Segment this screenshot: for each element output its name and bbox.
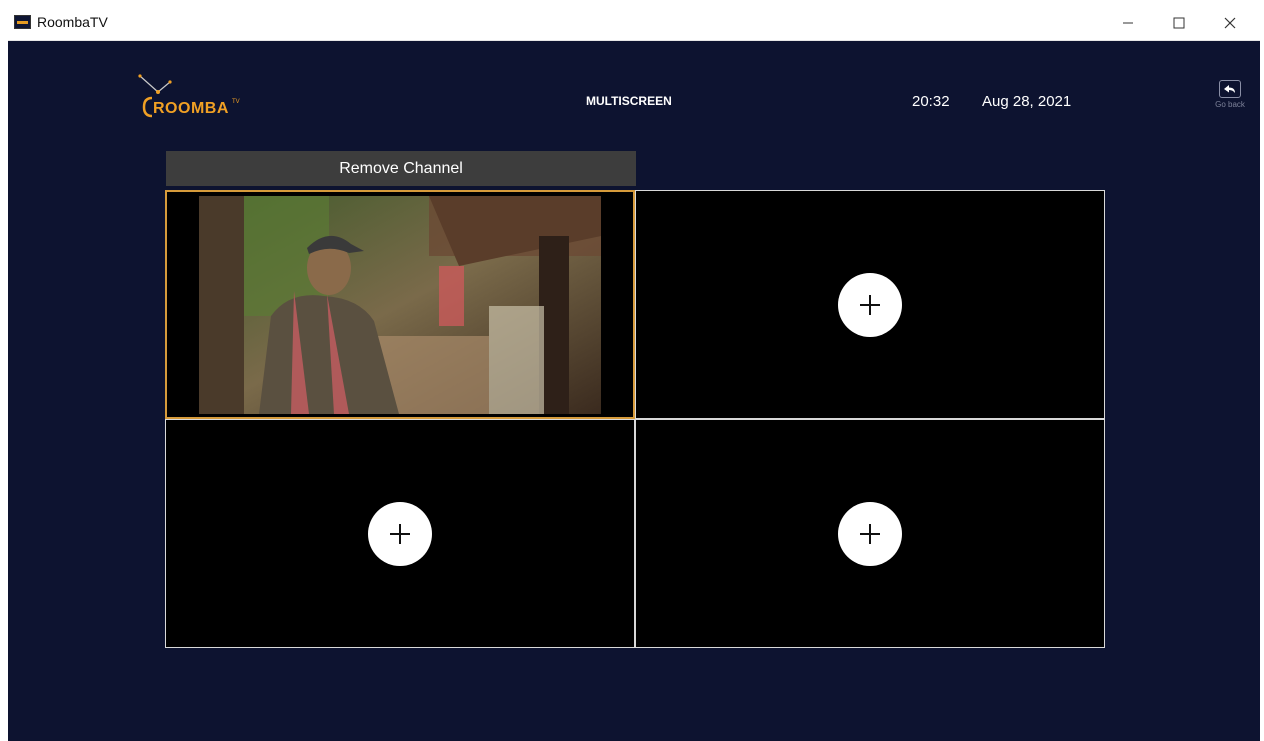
screen-cell-3[interactable]: [165, 419, 635, 648]
plus-icon: [860, 523, 880, 544]
go-back-label: Go back: [1215, 100, 1245, 109]
video-preview: [199, 196, 601, 414]
clock-time: 20:32: [912, 93, 950, 110]
screen-cell-1[interactable]: [165, 190, 635, 419]
plus-icon: [390, 523, 410, 544]
screen-cell-2[interactable]: [635, 190, 1105, 419]
remove-channel-button[interactable]: Remove Channel: [166, 151, 636, 186]
go-back-button[interactable]: Go back: [1210, 80, 1250, 120]
app-body: ROOMBA TV MULTISCREEN 20:32 Aug 28, 2021…: [8, 41, 1260, 741]
clock-date: Aug 28, 2021: [982, 93, 1072, 110]
roomba-logo: ROOMBA TV: [134, 72, 250, 132]
close-icon: [1224, 17, 1236, 28]
window-titlebar: RoombaTV: [8, 4, 1260, 41]
add-channel-button[interactable]: [368, 501, 432, 566]
minimize-button[interactable]: [1105, 4, 1151, 41]
page-title: MULTISCREEN: [586, 94, 672, 108]
window-title: RoombaTV: [37, 14, 108, 30]
close-button[interactable]: [1207, 4, 1253, 41]
add-channel-button[interactable]: [838, 272, 902, 337]
logo-superscript: TV: [232, 99, 240, 105]
screen-cell-4[interactable]: [635, 419, 1105, 648]
logo-text: ROOMBA: [153, 100, 229, 117]
minimize-icon: [1123, 22, 1133, 23]
video-frame-image: [199, 196, 601, 414]
add-channel-button[interactable]: [838, 501, 902, 566]
multiscreen-grid: [165, 190, 1106, 649]
go-back-icon-box: [1219, 80, 1241, 98]
maximize-button[interactable]: [1156, 4, 1202, 41]
plus-icon: [860, 294, 880, 315]
maximize-icon: [1173, 17, 1185, 28]
app-icon: [14, 15, 31, 29]
back-arrow-icon: [1224, 85, 1235, 93]
